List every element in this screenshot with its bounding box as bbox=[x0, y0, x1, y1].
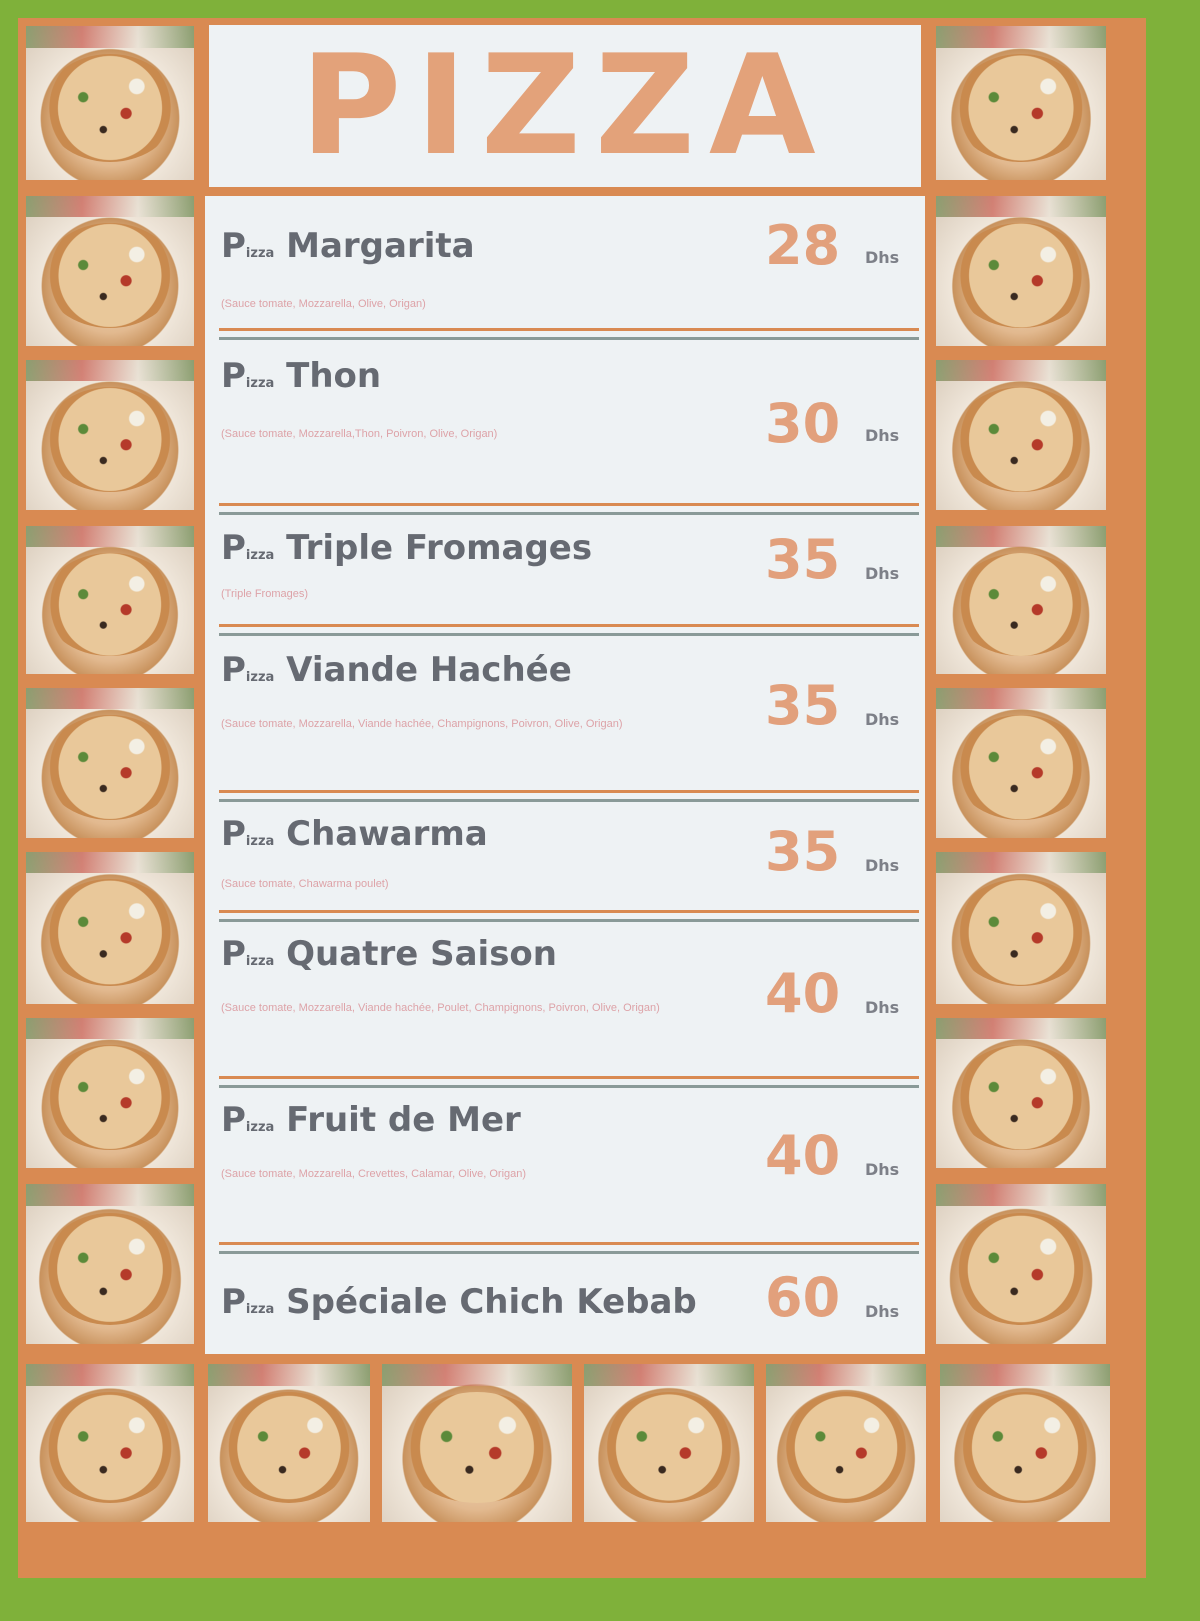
pizza-photo bbox=[26, 1184, 194, 1344]
item-price: 30 bbox=[765, 392, 841, 455]
item-name: Pizza Triple Fromages bbox=[221, 528, 593, 568]
pizza-photo bbox=[766, 1364, 926, 1522]
pizza-photo bbox=[940, 1364, 1110, 1522]
divider bbox=[219, 328, 919, 340]
pizza-photo bbox=[26, 26, 194, 180]
item-name: Pizza Spéciale Chich Kebab bbox=[221, 1282, 697, 1322]
pizza-photo bbox=[936, 360, 1106, 510]
currency-label: Dhs bbox=[865, 1302, 900, 1321]
item-description: (Sauce tomate, Mozzarella, Viande hachée… bbox=[221, 1002, 660, 1014]
divider bbox=[219, 790, 919, 802]
divider bbox=[219, 1242, 919, 1254]
item-price: 35 bbox=[765, 528, 841, 591]
currency-label: Dhs bbox=[865, 856, 900, 875]
pizza-photo bbox=[936, 26, 1106, 180]
menu-title: PIZZA bbox=[300, 25, 830, 186]
item-price: 40 bbox=[765, 1124, 841, 1187]
currency-label: Dhs bbox=[865, 248, 900, 267]
divider bbox=[219, 1076, 919, 1088]
divider bbox=[219, 910, 919, 922]
pizza-photo bbox=[26, 688, 194, 838]
item-name: Pizza Thon bbox=[221, 356, 382, 396]
currency-label: Dhs bbox=[865, 1160, 900, 1179]
pizza-photo bbox=[26, 196, 194, 346]
item-name: Pizza Margarita bbox=[221, 226, 475, 266]
item-description: (Triple Fromages) bbox=[221, 588, 308, 600]
item-description: (Sauce tomate, Mozzarella,Thon, Poivron,… bbox=[221, 428, 498, 440]
item-price: 28 bbox=[765, 214, 841, 277]
item-description: (Sauce tomate, Mozzarella, Viande hachée… bbox=[221, 718, 623, 730]
item-price: 35 bbox=[765, 674, 841, 737]
pizza-photo bbox=[584, 1364, 754, 1522]
divider bbox=[219, 503, 919, 515]
price-list: Pizza Margarita (Sauce tomate, Mozzarell… bbox=[205, 196, 925, 1354]
currency-label: Dhs bbox=[865, 998, 900, 1017]
item-name: Pizza Viande Hachée bbox=[221, 650, 572, 690]
pizza-photo bbox=[26, 852, 194, 1004]
pizza-photo bbox=[26, 1018, 194, 1168]
item-name: Pizza Chawarma bbox=[221, 814, 488, 854]
pizza-photo bbox=[936, 1184, 1106, 1344]
item-description: (Sauce tomate, Mozzarella, Crevettes, Ca… bbox=[221, 1168, 527, 1180]
pizza-photo bbox=[936, 526, 1106, 674]
item-description: (Sauce tomate, Mozzarella, Olive, Origan… bbox=[221, 298, 426, 310]
pizza-photo bbox=[26, 526, 194, 674]
currency-label: Dhs bbox=[865, 426, 900, 445]
item-price: 60 bbox=[765, 1266, 841, 1329]
pizza-photo bbox=[26, 1364, 194, 1522]
currency-label: Dhs bbox=[865, 564, 900, 583]
pizza-photo bbox=[382, 1364, 572, 1522]
pizza-photo bbox=[936, 196, 1106, 346]
item-name: Pizza Quatre Saison bbox=[221, 934, 557, 974]
pizza-photo bbox=[936, 852, 1106, 1004]
item-description: (Sauce tomate, Chawarma poulet) bbox=[221, 878, 389, 890]
pizza-photo bbox=[936, 1018, 1106, 1168]
pizza-photo bbox=[26, 360, 194, 510]
item-name: Pizza Fruit de Mer bbox=[221, 1100, 521, 1140]
title-panel: PIZZA bbox=[209, 25, 921, 187]
currency-label: Dhs bbox=[865, 710, 900, 729]
item-price: 35 bbox=[765, 820, 841, 883]
pizza-photo bbox=[936, 688, 1106, 838]
item-price: 40 bbox=[765, 962, 841, 1025]
divider bbox=[219, 624, 919, 636]
pizza-photo bbox=[208, 1364, 370, 1522]
